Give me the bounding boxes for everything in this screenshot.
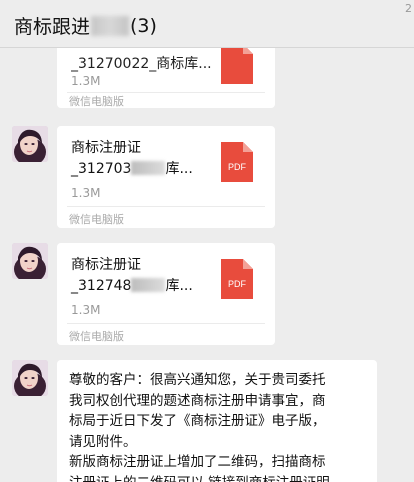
file-name-line2: _312703 xyxy=(71,161,132,177)
file-size: 1.3M xyxy=(71,303,101,317)
message-text-line: 我司权创代理的题述商标注册申请事宜，商 xyxy=(69,392,326,409)
source-label: 微信电脑版 xyxy=(69,330,124,343)
member-count: (3) xyxy=(130,14,157,37)
pdf-file-icon: PDF xyxy=(221,259,253,299)
pdf-label: PDF xyxy=(228,279,247,289)
file-name: 商标注册证 _312703 库... xyxy=(71,138,211,180)
message-text-line: 尊敬的客户：很高兴通知您，关于贵司委托 xyxy=(69,372,326,388)
message-text-line: 标局于近日下发了《商标注册证》电子版， xyxy=(69,413,326,429)
card-divider xyxy=(67,206,265,207)
file-size: 1.3M xyxy=(71,186,101,200)
source-label: 微信电脑版 xyxy=(69,213,124,226)
text-message-bubble[interactable]: 尊敬的客户：很高兴通知您，关于贵司委托 我司权创代理的题述商标注册申请事宜，商 … xyxy=(57,360,377,482)
sender-avatar[interactable] xyxy=(12,126,48,162)
sender-avatar[interactable] xyxy=(12,243,48,279)
pdf-file-icon: PDF xyxy=(221,142,253,182)
pdf-file-icon xyxy=(221,48,253,84)
file-name-line2-suffix: 库... xyxy=(165,278,193,294)
file-message-card[interactable]: _31270022_商标库... 1.3M 微信电脑版 xyxy=(57,48,275,108)
file-message-card[interactable]: 商标注册证 _312703 库... PDF 1.3M 微信电脑版 xyxy=(57,126,275,228)
file-name: 商标注册证 _312748 库... xyxy=(71,255,211,297)
sender-avatar[interactable] xyxy=(12,360,48,396)
message-list[interactable]: _31270022_商标库... 1.3M 微信电脑版 商标注册证 _31270… xyxy=(0,48,414,482)
corner-mark: 2 xyxy=(405,2,412,15)
file-name-line1: 商标注册证 xyxy=(71,257,141,273)
file-size: 1.3M xyxy=(71,74,101,88)
file-message-card[interactable]: 商标注册证 _312748 库... PDF 1.3M 微信电脑版 xyxy=(57,243,275,345)
message-text-line: 新版商标注册证上增加了二维码，扫描商标 xyxy=(69,454,326,470)
chat-title[interactable]: 商标跟进 (3) xyxy=(14,12,157,39)
redacted-filename xyxy=(131,161,166,175)
file-name-line2-suffix: 库... xyxy=(165,161,193,177)
file-name-line1: 商标注册证 xyxy=(71,140,141,156)
chat-title-text: 商标跟进 xyxy=(14,16,91,38)
message-text-line: 请见附件。 xyxy=(69,433,137,450)
file-name: _31270022_商标库... xyxy=(71,56,212,72)
pdf-label: PDF xyxy=(228,162,247,172)
chat-header: 商标跟进 (3) 2 xyxy=(0,0,414,48)
file-name-line2: _312748 xyxy=(71,278,132,294)
redacted-filename xyxy=(131,278,166,292)
card-divider xyxy=(67,323,265,324)
message-text-line: 注册证上的二维码可以 链接到商标注册证明 xyxy=(69,473,365,482)
source-label: 微信电脑版 xyxy=(69,95,124,108)
redacted-name xyxy=(91,15,130,36)
